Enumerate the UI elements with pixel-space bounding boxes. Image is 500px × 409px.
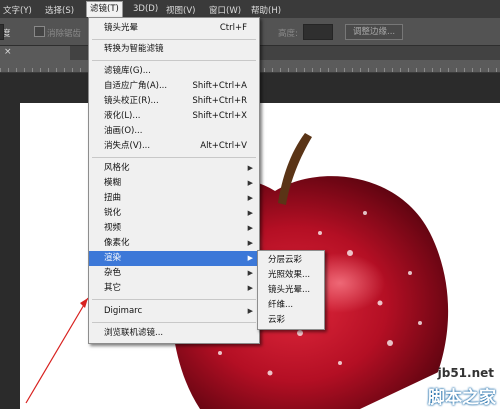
submenu-arrow-icon: ▶ (247, 209, 253, 217)
width-field[interactable] (0, 24, 4, 40)
submenu-arrow-icon: ▶ (247, 307, 253, 315)
menu-item-label: 转换为智能滤镜 (104, 44, 164, 54)
submenu-item-clouds[interactable]: 云彩 (258, 313, 324, 328)
menu-item-label: 视频 (104, 223, 122, 233)
submenu-item-lighting-effects[interactable]: 光照效果... (258, 268, 324, 283)
menu-item-label: 滤镜库(G)... (104, 66, 151, 76)
menu-filter[interactable]: 滤镜(T) (86, 1, 123, 17)
menu-divider (92, 157, 256, 158)
menu-item-other[interactable]: 其它 ▶ (89, 281, 259, 296)
watermark-site: jb51.net (437, 366, 494, 380)
menu-item-lens-correction[interactable]: 镜头校正(R)... Shift+Ctrl+R (89, 94, 259, 109)
menu-item-shortcut: Ctrl+F (219, 23, 247, 33)
submenu-item-label: 云彩 (268, 315, 286, 325)
submenu-item-lens-flare[interactable]: 镜头光晕... (258, 283, 324, 298)
submenu-arrow-icon: ▶ (247, 239, 253, 247)
menu-item-vanishing-point[interactable]: 消失点(V)... Alt+Ctrl+V (89, 139, 259, 154)
menu-item-last-filter[interactable]: 镜头光晕 Ctrl+F (89, 21, 259, 36)
submenu-arrow-icon: ▶ (247, 164, 253, 172)
submenu-item-label: 镜头光晕... (268, 285, 311, 295)
menu-item-shortcut: Shift+Ctrl+A (192, 81, 247, 91)
menu-item-video[interactable]: 视频 ▶ (89, 221, 259, 236)
close-icon[interactable]: × (4, 47, 12, 57)
menu-item-label: 消失点(V)... (104, 141, 151, 151)
menu-item-pixelate[interactable]: 像素化 ▶ (89, 236, 259, 251)
menu-item-label: 镜头光晕 (104, 23, 139, 33)
menu-item-label: 镜头校正(R)... (104, 96, 159, 106)
submenu-item-label: 分层云彩 (268, 255, 303, 265)
menu-item-smart-filters[interactable]: 转换为智能滤镜 (89, 42, 259, 57)
submenu-arrow-icon: ▶ (247, 194, 253, 202)
menu-item-label: 浏览联机滤镜... (104, 328, 164, 338)
submenu-item-label: 纤维... (268, 300, 294, 310)
menu-item-label: 风格化 (104, 163, 130, 173)
submenu-arrow-icon: ▶ (247, 254, 253, 262)
menu-divider (92, 322, 256, 323)
menu-item-stylize[interactable]: 风格化 ▶ (89, 161, 259, 176)
menu-item-adaptive-wide-angle[interactable]: 自适应广角(A)... Shift+Ctrl+A (89, 79, 259, 94)
submenu-arrow-icon: ▶ (247, 179, 253, 187)
menu-item-label: 油画(O)... (104, 126, 143, 136)
menu-help[interactable]: 帮助(H) (251, 4, 281, 16)
height-field[interactable] (303, 24, 333, 40)
antialias-label: 消除锯齿 (47, 29, 82, 39)
menu-item-blur[interactable]: 模糊 ▶ (89, 176, 259, 191)
height-label: 高度: (278, 29, 298, 39)
submenu-item-fibers[interactable]: 纤维... (258, 298, 324, 313)
menu-item-digimarc[interactable]: Digimarc ▶ (89, 304, 259, 319)
menu-item-label: 杂色 (104, 268, 122, 278)
antialias-checkbox[interactable] (34, 26, 45, 37)
menu-item-label: Digimarc (104, 306, 143, 316)
menu-item-label: 其它 (104, 283, 122, 293)
filter-menu: 镜头光晕 Ctrl+F 转换为智能滤镜 滤镜库(G)... 自适应广角(A)..… (88, 17, 260, 344)
submenu-arrow-icon: ▶ (247, 284, 253, 292)
menu-item-label: 锐化 (104, 208, 122, 218)
menu-3d[interactable]: 3D(D) (133, 4, 158, 14)
menu-item-oil-paint[interactable]: 油画(O)... (89, 124, 259, 139)
menu-item-shortcut: Shift+Ctrl+R (192, 96, 247, 106)
menu-item-label: 像素化 (104, 238, 130, 248)
menu-item-filter-gallery[interactable]: 滤镜库(G)... (89, 64, 259, 79)
menu-divider (92, 60, 256, 61)
document-tab[interactable]: × (0, 46, 70, 60)
render-submenu: 分层云彩 光照效果... 镜头光晕... 纤维... 云彩 (257, 250, 325, 330)
menu-divider (92, 299, 256, 300)
menu-type[interactable]: 文字(Y) (3, 4, 32, 16)
menu-item-render[interactable]: 渲染 ▶ (89, 251, 259, 266)
menu-select[interactable]: 选择(S) (45, 4, 74, 16)
submenu-item-difference-clouds[interactable]: 分层云彩 (258, 253, 324, 268)
menu-item-label: 扭曲 (104, 193, 122, 203)
submenu-arrow-icon: ▶ (247, 224, 253, 232)
menu-view[interactable]: 视图(V) (166, 4, 195, 16)
menu-item-browse-online[interactable]: 浏览联机滤镜... (89, 326, 259, 341)
menu-item-liquify[interactable]: 液化(L)... Shift+Ctrl+X (89, 109, 259, 124)
menu-window[interactable]: 窗口(W) (209, 4, 241, 16)
menu-item-label: 液化(L)... (104, 111, 141, 121)
menu-divider (92, 39, 256, 40)
menu-item-sharpen[interactable]: 锐化 ▶ (89, 206, 259, 221)
menu-item-label: 渲染 (104, 253, 122, 263)
menu-item-noise[interactable]: 杂色 ▶ (89, 266, 259, 281)
menu-bar: 文字(Y) 选择(S) 滤镜(T) 3D(D) 视图(V) 窗口(W) 帮助(H… (0, 0, 500, 18)
menu-item-label: 模糊 (104, 178, 122, 188)
menu-item-distort[interactable]: 扭曲 ▶ (89, 191, 259, 206)
refine-edge-button[interactable]: 调整边缘... (345, 24, 404, 40)
watermark-name: 脚本之家 (428, 388, 496, 408)
submenu-item-label: 光照效果... (268, 270, 311, 280)
menu-item-shortcut: Shift+Ctrl+X (192, 111, 247, 121)
menu-item-shortcut: Alt+Ctrl+V (200, 141, 247, 151)
submenu-arrow-icon: ▶ (247, 269, 253, 277)
menu-item-label: 自适应广角(A)... (104, 81, 168, 91)
